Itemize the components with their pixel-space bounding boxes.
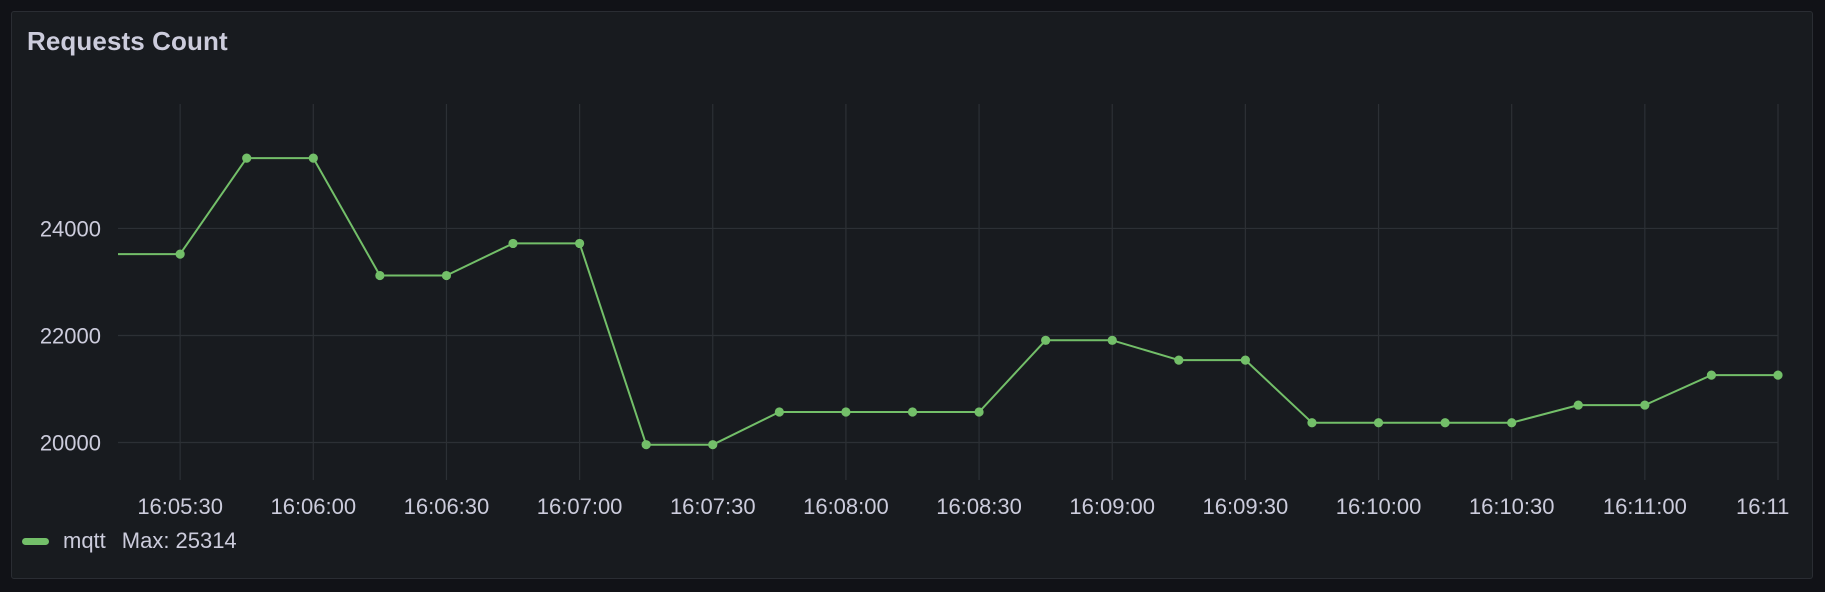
data-point[interactable] — [1773, 370, 1783, 380]
data-point[interactable] — [441, 270, 452, 281]
x-tick-label: 16:11:30 — [1736, 494, 1820, 519]
legend-series-name[interactable]: mqtt — [63, 528, 106, 554]
x-tick-label: 16:06:30 — [404, 494, 490, 519]
y-tick-label: 22000 — [40, 323, 101, 348]
grid-layer — [118, 104, 1779, 480]
data-point[interactable] — [841, 407, 851, 417]
x-tick-label: 16:08:30 — [936, 494, 1022, 519]
legend-swatch — [22, 537, 49, 545]
legend-max-value: 25314 — [175, 528, 237, 553]
data-point[interactable] — [1174, 355, 1184, 365]
data-point[interactable] — [175, 249, 185, 259]
x-axis-labels: 16:05:30 16:06:00 16:06:30 16:07:00 16:07:30… — [137, 494, 1820, 519]
data-point[interactable] — [907, 407, 918, 417]
y-tick-label: 24000 — [40, 216, 101, 241]
data-point[interactable] — [708, 440, 718, 450]
data-point[interactable] — [974, 407, 984, 417]
x-tick-label: 16:10:00 — [1336, 494, 1422, 519]
x-tick-label: 16:09:00 — [1069, 494, 1155, 519]
x-tick-label: 16:09:30 — [1203, 494, 1289, 519]
requests-count-chart: 20000 22000 24000 16:05:30 16:06:00 16:06:30… — [40, 104, 1820, 519]
x-tick-label: 16:07:00 — [537, 494, 623, 519]
series-line-mqtt — [118, 157, 1778, 446]
data-point[interactable] — [1507, 418, 1517, 428]
data-point[interactable] — [1706, 370, 1717, 380]
y-axis-labels: 20000 22000 24000 — [40, 216, 101, 455]
data-point[interactable] — [1640, 400, 1650, 410]
legend[interactable]: mqtt Max: 25314 — [22, 528, 237, 554]
data-point[interactable] — [1307, 418, 1317, 428]
x-tick-label: 16:05:30 — [137, 494, 223, 519]
legend-max-label: Max: — [121, 528, 170, 553]
series-layer — [118, 153, 1783, 450]
data-point[interactable] — [1573, 400, 1583, 410]
x-tick-label: 16:06:00 — [270, 494, 356, 519]
data-point[interactable] — [242, 153, 252, 163]
data-point[interactable] — [1041, 335, 1051, 345]
data-point[interactable] — [1107, 335, 1117, 345]
data-point[interactable] — [774, 407, 784, 417]
data-point[interactable] — [1240, 355, 1250, 365]
data-point[interactable] — [308, 153, 318, 163]
data-point[interactable] — [1373, 418, 1384, 428]
y-tick-label: 20000 — [40, 431, 101, 456]
data-point[interactable] — [508, 238, 518, 249]
x-tick-label: 16:11:00 — [1603, 494, 1687, 519]
data-point[interactable] — [1440, 418, 1450, 428]
x-tick-label: 16:10:30 — [1469, 494, 1555, 519]
data-point[interactable] — [641, 440, 651, 450]
x-tick-label: 16:08:00 — [803, 494, 889, 519]
data-point[interactable] — [375, 270, 385, 281]
data-point[interactable] — [575, 238, 585, 249]
x-tick-label: 16:07:30 — [670, 494, 756, 519]
